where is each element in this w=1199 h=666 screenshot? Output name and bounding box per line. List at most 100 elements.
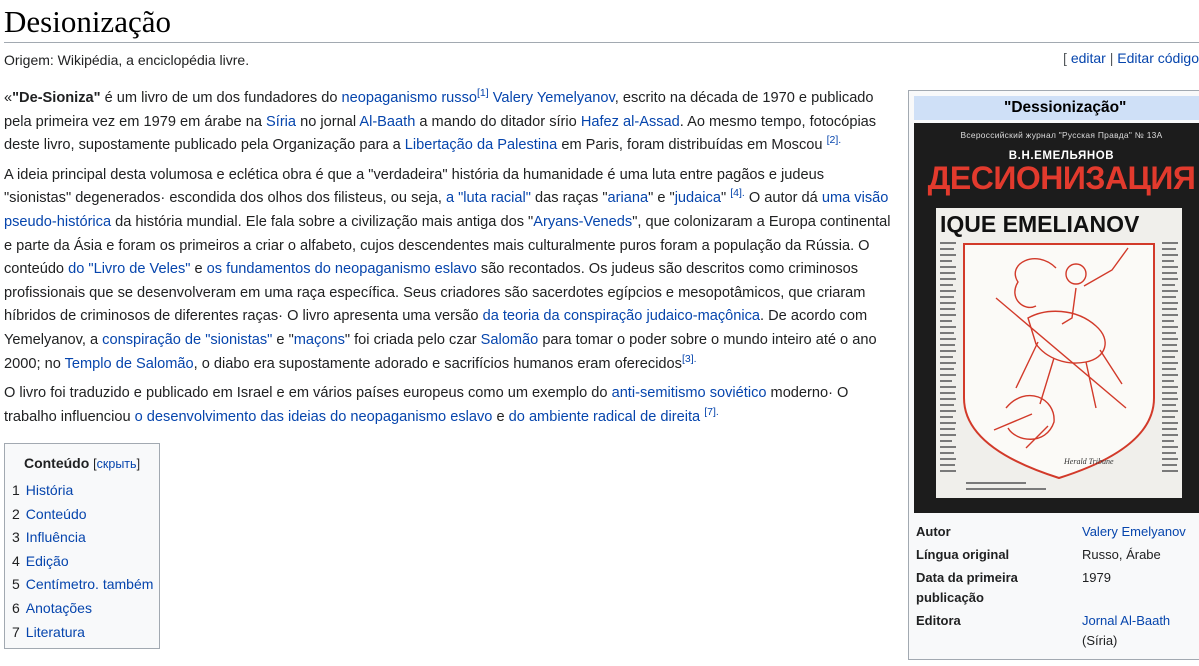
link-al-baath[interactable]: Al-Baath [359, 114, 415, 130]
toc-list: 1 História 2 Conteúdo 3 Influência 4 Edição … [5, 479, 159, 644]
page-title: Desionização [4, 4, 171, 39]
text: das raças " [530, 190, 608, 207]
toc-link-influencia[interactable]: Influência [26, 529, 86, 545]
toc-item[interactable]: 2 Conteúdo [12, 503, 159, 527]
paragraph-intro: «"De-Sioniza" é um livro de um dos funda… [4, 87, 894, 158]
link-luta-racial[interactable]: a "luta racial" [446, 190, 531, 206]
toc-hide-link[interactable]: скрыть [97, 457, 137, 471]
publisher-link[interactable]: Jornal Al-Baath [1082, 613, 1170, 628]
infobox-row-first-publication: Data da primeira publicação 1979 [916, 567, 1199, 610]
reference-7[interactable]: [7]. [704, 406, 719, 418]
row-label: Autor [916, 524, 951, 539]
toc-item[interactable]: 3 Influência [12, 526, 159, 550]
toc-item[interactable]: 5 Centímetro. também [12, 573, 159, 597]
infobox-details: Autor Valery Emelyanov Língua original R… [916, 521, 1199, 653]
toc-link-historia[interactable]: História [26, 482, 73, 498]
text: e " [272, 331, 294, 348]
edit-source-link[interactable]: Editar código [1117, 50, 1199, 66]
reference-2[interactable]: [2]. [827, 134, 842, 146]
link-libertacao-palestina[interactable]: Libertação da Palestina [405, 137, 558, 153]
paragraph-content: A ideia principal desta volumosa e eclét… [4, 164, 894, 376]
edit-separator: | [1109, 50, 1114, 66]
row-value: Valery Emelyanov [1082, 521, 1199, 544]
toc-number: 7 [12, 623, 20, 640]
toc-number: 1 [12, 482, 20, 498]
text: é um livro de um dos fundadores do [100, 90, 342, 106]
author-link[interactable]: Valery Emelyanov [1082, 524, 1186, 539]
toc-link-literatura[interactable]: Literatura [26, 624, 85, 640]
toc-bracket: ] [136, 457, 141, 471]
link-salomao[interactable]: Salomão [481, 332, 539, 348]
link-desenvolvimento-ideias[interactable]: o desenvolvimento das ideias do neopagan… [135, 409, 493, 425]
reference-4[interactable]: [4]. [730, 188, 745, 200]
text: a mando do ditador sírio [415, 113, 581, 130]
infobox-title: "Dessionização" [914, 96, 1199, 120]
infobox-row-language: Língua original Russo, Árabe [916, 544, 1199, 567]
cover-newspaper-label: IQUE EMELIANOV [940, 211, 1140, 237]
text: O autor dá [744, 190, 822, 207]
text: no jornal [296, 113, 360, 130]
toc-link-anotacoes[interactable]: Anotações [26, 600, 92, 616]
toc-link-edicao[interactable]: Edição [26, 553, 69, 569]
book-cover-image[interactable]: Всероссийский журнал "Русская Правда" № … [914, 123, 1199, 513]
title-divider [4, 42, 1199, 43]
row-label: Editora [916, 613, 961, 628]
link-ambiente-radical[interactable]: do ambiente radical de direita [509, 409, 700, 425]
table-of-contents: Conteúdo [скрыть] 1 História 2 Conteúdo 3I… [4, 443, 160, 649]
infobox-row-publisher: Editora Jornal Al-Baath (Síria) [916, 610, 1199, 653]
cover-title: ДЕСИОНИЗАЦИЯ [927, 160, 1196, 196]
toc-link-conteudo[interactable]: Conteúdo [26, 506, 87, 522]
infobox-row-author: Autor Valery Emelyanov [916, 521, 1199, 544]
toc-toggle: [скрыть] [93, 457, 140, 471]
toc-number: 6 [12, 599, 20, 616]
reference-1[interactable]: [1] [477, 87, 489, 99]
row-value: 1979 [1082, 570, 1111, 585]
toc-number: 2 [12, 505, 20, 522]
infobox: "Dessionização" Всероссийский журнал "Ру… [908, 90, 1199, 660]
paragraph-influence: O livro foi traduzido e publicado em Isr… [4, 382, 894, 429]
link-hafez-al-assad[interactable]: Hafez al-Assad [581, 114, 680, 130]
edit-link[interactable]: editar [1071, 50, 1106, 66]
link-neopaganismo-russo[interactable]: neopaganismo russo [342, 90, 477, 106]
text: , o diabo era supostamente adorado e sac… [193, 355, 682, 372]
toc-link-ver-tambem[interactable]: Centímetro. também [26, 576, 154, 592]
link-macons[interactable]: maçons [294, 332, 345, 348]
row-value: Russo, Árabe [1082, 547, 1161, 562]
link-aryans-veneds[interactable]: Aryans-Veneds [533, 214, 632, 230]
link-conspiracao-sionistas[interactable]: conspiração de "sionistas" [102, 332, 272, 348]
link-fundamentos-neopaganismo[interactable]: os fundamentos do neopaganismo eslavo [207, 261, 477, 277]
edit-bracket: [ [1063, 50, 1067, 66]
toc-header: Conteúdo [скрыть] [5, 455, 159, 471]
text: " foi criada pelo czar [344, 331, 481, 348]
row-label: Língua original [916, 547, 1010, 562]
toc-number: 4 [12, 552, 20, 569]
text: da história mundial. Ele fala sobre a ci… [111, 213, 534, 230]
publisher-country: (Síria) [1082, 633, 1118, 648]
article-body: «"De-Sioniza" é um livro de um dos funda… [4, 87, 894, 435]
toc-item[interactable]: 1 História [12, 479, 159, 503]
toc-item[interactable]: 4 Edição [12, 550, 159, 574]
link-siria[interactable]: Síria [266, 114, 296, 130]
text: " [720, 190, 731, 207]
link-templo-salomao[interactable]: Templo de Salomão [65, 356, 194, 372]
link-valery-yemelyanov[interactable]: Valery Yemelyanov [493, 90, 615, 106]
reference-3[interactable]: [3]. [682, 353, 697, 365]
row-value: Jornal Al-Baath (Síria) [1082, 610, 1199, 653]
toc-title: Conteúdo [23, 455, 90, 471]
cover-credit: Herald Tribune [1063, 457, 1114, 466]
toc-number: 3 [12, 529, 20, 546]
newspaper-text-lines: Herald Tribune [940, 242, 1178, 490]
row-label: Data da primeira publicação [916, 570, 1018, 605]
toc-item[interactable]: 7 Literatura [12, 621, 159, 645]
link-judaica[interactable]: judaica [675, 190, 721, 206]
link-teoria-conspiracao[interactable]: da teoria da conspiração judaico-maçônic… [483, 308, 760, 324]
toc-item[interactable]: 6 Anotações [12, 597, 159, 621]
text: « [4, 90, 13, 106]
edit-links: [ editar | Editar código [1063, 50, 1199, 66]
link-anti-semitismo-sovietico[interactable]: anti-semitismo soviético [612, 385, 767, 401]
link-ariana[interactable]: ariana [608, 190, 649, 206]
text: " e " [648, 190, 675, 207]
book-title-bold: "De-Sioniza" [12, 90, 101, 106]
origin-line: Origem: Wikipédia, a enciclopédia livre. [4, 52, 250, 68]
link-livro-de-veles[interactable]: do "Livro de Veles" [68, 261, 190, 277]
